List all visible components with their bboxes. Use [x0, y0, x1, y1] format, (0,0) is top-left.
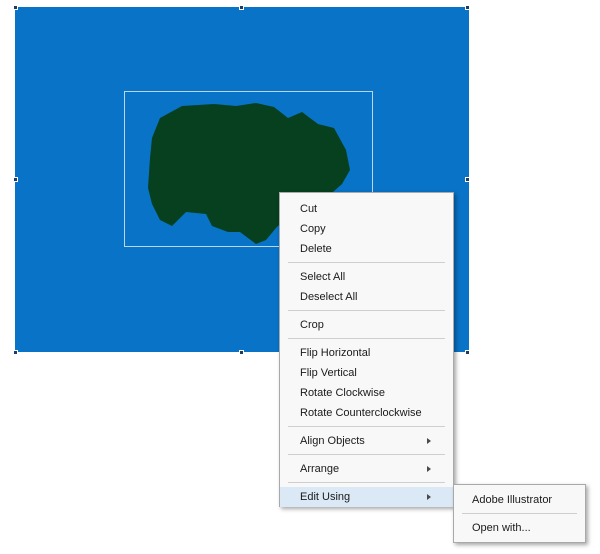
submenu-item-adobe-illustrator[interactable]: Adobe Illustrator: [454, 490, 585, 510]
editor-canvas[interactable]: Cut Copy Delete Select All Deselect All …: [0, 0, 600, 554]
chevron-right-icon: [427, 466, 431, 472]
menu-item-align-objects-label: Align Objects: [300, 435, 365, 447]
menu-separator: [288, 482, 445, 483]
menu-separator: [462, 513, 577, 514]
submenu-item-open-with[interactable]: Open with...: [454, 518, 585, 538]
menu-separator: [288, 426, 445, 427]
menu-separator: [288, 454, 445, 455]
context-menu: Cut Copy Delete Select All Deselect All …: [279, 192, 454, 507]
menu-item-crop[interactable]: Crop: [280, 315, 453, 335]
menu-item-flip-vertical[interactable]: Flip Vertical: [280, 363, 453, 383]
menu-item-delete[interactable]: Delete: [280, 239, 453, 259]
menu-item-edit-using-label: Edit Using: [300, 491, 351, 503]
menu-separator: [288, 262, 445, 263]
edit-using-submenu: Adobe Illustrator Open with...: [453, 484, 586, 543]
menu-item-arrange-label: Arrange: [300, 463, 340, 475]
menu-separator: [288, 338, 445, 339]
menu-item-rotate-counterclockwise[interactable]: Rotate Counterclockwise: [280, 403, 453, 423]
chevron-right-icon: [427, 494, 431, 500]
menu-separator: [288, 310, 445, 311]
menu-item-deselect-all[interactable]: Deselect All: [280, 287, 453, 307]
menu-item-arrange[interactable]: Arrange: [280, 459, 453, 479]
menu-item-cut[interactable]: Cut: [280, 199, 453, 219]
menu-item-align-objects[interactable]: Align Objects: [280, 431, 453, 451]
chevron-right-icon: [427, 438, 431, 444]
menu-item-select-all[interactable]: Select All: [280, 267, 453, 287]
menu-item-edit-using[interactable]: Edit Using: [280, 487, 453, 507]
menu-item-flip-horizontal[interactable]: Flip Horizontal: [280, 343, 453, 363]
menu-item-rotate-clockwise[interactable]: Rotate Clockwise: [280, 383, 453, 403]
menu-item-copy[interactable]: Copy: [280, 219, 453, 239]
